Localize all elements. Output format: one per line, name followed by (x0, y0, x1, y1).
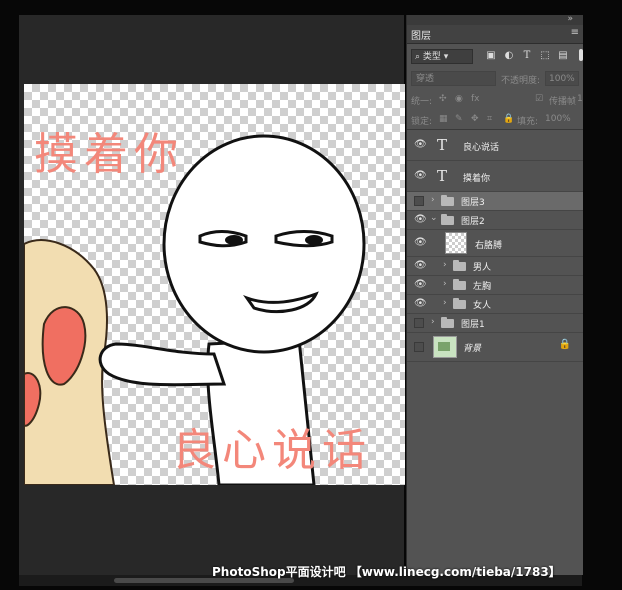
fill-label: 填充: (517, 117, 539, 127)
eye-icon[interactable]: 👁 (414, 214, 427, 225)
unify-style-icon[interactable]: fx (471, 94, 480, 104)
opacity-input[interactable]: 100% (545, 71, 579, 86)
filter-toggle[interactable] (579, 49, 583, 61)
lock-artboard-icon[interactable]: ⌗ (487, 114, 492, 124)
layer-row-group-woman[interactable]: 👁 › 女人 (407, 295, 583, 314)
opacity-label: 不透明度: (501, 76, 541, 86)
folder-icon (441, 195, 454, 206)
filter-adjustment-icon[interactable]: ◐ (503, 50, 515, 62)
layer-name: 图层2 (461, 217, 485, 227)
lock-icon: 🔒 (558, 339, 571, 350)
folder-icon (453, 260, 466, 271)
layer-name: 男人 (473, 263, 492, 273)
lock-all-icon[interactable]: 🔒 (503, 114, 514, 124)
eye-icon[interactable]: 👁 (414, 298, 427, 309)
unify-label: 统一: (411, 97, 433, 107)
fill-input[interactable]: 100% (545, 114, 571, 124)
chevron-right-icon[interactable]: › (443, 298, 447, 308)
filter-smart-object-icon[interactable]: ▤ (557, 50, 569, 62)
background-thumbnail (433, 336, 457, 358)
eye-hidden-icon[interactable] (414, 342, 424, 352)
layer-name: 图层1 (461, 320, 485, 330)
filter-text-icon[interactable]: T (521, 50, 533, 62)
layer-name: 右胳膊 (475, 241, 503, 251)
layer-row-group-1[interactable]: › 图层1 (407, 314, 583, 333)
right-pupil (305, 235, 323, 245)
layer-name: 图层3 (461, 198, 485, 208)
layer-row-group-3[interactable]: › 图层3 (407, 192, 583, 211)
blend-mode-select[interactable]: 穿透 (411, 71, 496, 86)
folder-icon (453, 279, 466, 290)
chevron-right-icon[interactable]: › (431, 195, 435, 205)
layer-thumbnail (445, 232, 467, 254)
layer-row-group-2[interactable]: 👁 ⌄ 图层2 (407, 211, 583, 230)
layers-panel: » 图层 ≡ ⌕ 类型 ▾ ▣ ◐ T ⬚ ▤ 穿透 不透明度: 100% 统一… (406, 14, 583, 575)
layer-name: 摸着你 (463, 174, 491, 184)
folder-icon (441, 317, 454, 328)
layer-row-pixel[interactable]: 👁 右胳膊 (407, 230, 583, 257)
filter-shape-icon[interactable]: ⬚ (539, 50, 551, 62)
filter-kind-select[interactable]: ⌕ 类型 ▾ (411, 49, 473, 64)
watermark: PhotoShop平面设计吧 【www.linecg.com/tieba/178… (212, 565, 561, 579)
man-head (162, 134, 366, 354)
lock-paint-icon[interactable]: ✎ (455, 114, 463, 124)
layer-name: 良心说话 (463, 143, 500, 153)
folder-open-icon (441, 214, 454, 225)
chevron-right-icon[interactable]: › (443, 260, 447, 270)
lock-position-icon[interactable]: ✥ (471, 114, 479, 124)
lock-label: 锁定: (411, 117, 433, 127)
blend-row: 穿透 不透明度: 100% (407, 69, 583, 89)
collapse-panel-icon[interactable]: » (567, 14, 573, 24)
filter-row: ⌕ 类型 ▾ ▣ ◐ T ⬚ ▤ (407, 47, 583, 67)
text-layer-icon: T (437, 136, 448, 154)
lock-transparent-icon[interactable]: ▦ (439, 114, 448, 124)
layer-row-background[interactable]: 背景 🔒 (407, 333, 583, 362)
chevron-right-icon[interactable]: › (443, 279, 447, 289)
chevron-down-icon[interactable]: ⌄ (430, 213, 438, 223)
propagate-checkbox-icon[interactable]: ☑ (535, 94, 543, 104)
eye-icon[interactable]: 👁 (414, 237, 427, 248)
canvas-text-top: 摸着你 (34, 129, 184, 180)
canvas-text-bottom: 良心说话 (172, 425, 372, 476)
tab-layers[interactable]: 图层 (411, 27, 431, 42)
panel-menu-icon[interactable]: ≡ (571, 27, 579, 38)
panel-topbar: » (407, 14, 583, 25)
layer-name: 女人 (473, 301, 492, 311)
layer-name: 左胸 (473, 282, 492, 292)
layer-row-group-man[interactable]: 👁 › 男人 (407, 257, 583, 276)
eye-icon[interactable]: 👁 (414, 170, 427, 181)
right-eye (274, 230, 334, 248)
propagate-value: 1 (577, 94, 583, 104)
eye-icon[interactable]: 👁 (414, 139, 427, 150)
eye-hidden-icon[interactable] (414, 196, 424, 206)
filter-pixel-icon[interactable]: ▣ (485, 50, 497, 62)
panel-tab-bar: 图层 ≡ (407, 25, 583, 44)
eye-icon[interactable]: 👁 (414, 279, 427, 290)
unify-row: 统一: ✣ ◉ fx ☑ 传播帧 1 (407, 91, 583, 109)
layer-name: 背景 (463, 344, 482, 354)
layer-row-text-2[interactable]: 👁 T 摸着你 (407, 161, 583, 192)
eye-icon[interactable]: 👁 (414, 260, 427, 271)
layer-list: 👁 T 良心说话 👁 T 摸着你 › 图层3 👁 ⌄ 图层2 👁 右胳膊 👁 ›… (407, 130, 583, 362)
eye-hidden-icon[interactable] (414, 318, 424, 328)
filter-kind-label: 类型 (422, 52, 441, 62)
left-pupil (225, 235, 243, 245)
lock-row: 锁定: ▦ ✎ ✥ ⌗ 🔒 填充: 100% (407, 111, 583, 130)
chevron-right-icon[interactable]: › (431, 317, 435, 327)
folder-icon (453, 298, 466, 309)
propagate-label: 传播帧 (549, 97, 577, 107)
unify-visibility-icon[interactable]: ◉ (455, 94, 463, 104)
layer-row-text-1[interactable]: 👁 T 良心说话 (407, 130, 583, 161)
man-arm (98, 342, 227, 387)
layer-row-group-chest[interactable]: 👁 › 左胸 (407, 276, 583, 295)
document-canvas[interactable]: 摸着你 良心说话 (24, 84, 405, 485)
text-layer-icon: T (437, 167, 448, 185)
unify-position-icon[interactable]: ✣ (439, 94, 447, 104)
